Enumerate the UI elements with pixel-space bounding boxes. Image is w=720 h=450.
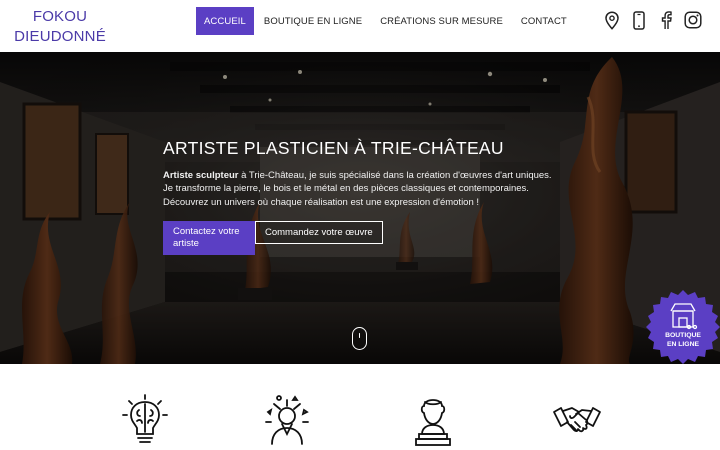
shop-badge-line2: EN LIGNE: [666, 340, 700, 348]
handshake-icon: [553, 407, 601, 433]
instagram-icon[interactable]: [683, 10, 702, 30]
brain-bulb-icon: [122, 394, 168, 443]
logo-line1: FOKOU: [32, 8, 88, 25]
features-section: [0, 364, 720, 450]
hero-section: ARTISTE PLASTICIEN À TRIE-CHÂTEAU Artist…: [0, 52, 720, 364]
hero-buttons: Contactez votre artiste Commandez votre …: [163, 220, 563, 255]
mouse-scroll-icon[interactable]: [352, 327, 367, 350]
shop-badge[interactable]: BOUTIQUE EN LIGNE: [645, 289, 720, 364]
phone-icon[interactable]: [629, 10, 648, 30]
hero-description-bold: Artiste sculpteur: [163, 170, 239, 181]
hero-title: ARTISTE PLASTICIEN À TRIE-CHÂTEAU: [163, 138, 504, 158]
order-artwork-button[interactable]: Commandez votre œuvre: [255, 220, 383, 244]
hero-content: ARTISTE PLASTICIEN À TRIE-CHÂTEAU Artist…: [163, 138, 563, 255]
shop-badge-label: BOUTIQUE EN LIGNE: [645, 332, 720, 349]
facebook-icon[interactable]: [656, 10, 675, 30]
logo-line2: DIEUDONNÉ: [14, 28, 106, 45]
hero-description: Artiste sculpteur à Trie-Château, je sui…: [163, 169, 563, 209]
creative-mind-icon: [265, 395, 309, 445]
shop-badge-line1: BOUTIQUE: [665, 332, 701, 339]
sculptor-bust-icon: [415, 399, 451, 446]
shop-badge-background: [646, 290, 720, 364]
nav-item-contact[interactable]: CONTACT: [513, 7, 575, 35]
map-pin-icon[interactable]: [602, 10, 621, 30]
contact-artist-button[interactable]: Contactez votre artiste: [163, 220, 255, 255]
nav-item-creations[interactable]: CRÉATIONS SUR MESURE: [372, 7, 511, 35]
site-header: FOKOU DIEUDONNÉ ACCUEIL BOUTIQUE EN LIGN…: [0, 0, 720, 52]
nav-item-accueil[interactable]: ACCUEIL: [196, 7, 254, 35]
nav-item-boutique[interactable]: BOUTIQUE EN LIGNE: [256, 7, 370, 35]
logo[interactable]: FOKOU DIEUDONNÉ: [10, 7, 110, 47]
main-nav: ACCUEIL BOUTIQUE EN LIGNE CRÉATIONS SUR …: [196, 7, 577, 35]
social-links: [602, 10, 702, 30]
